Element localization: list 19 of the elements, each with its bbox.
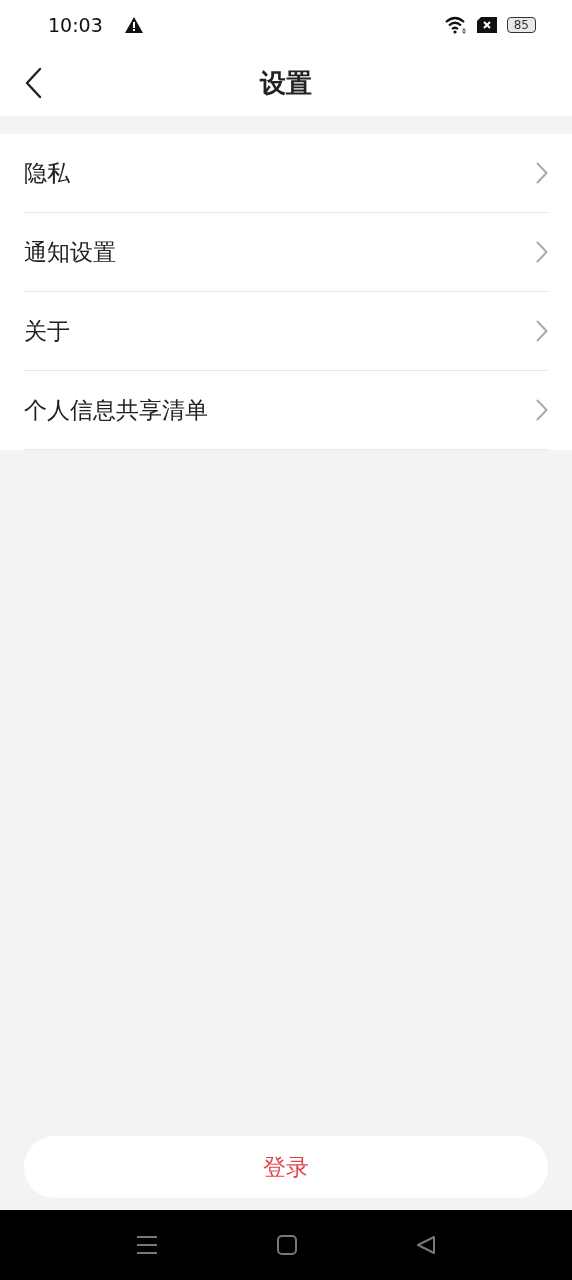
menu-item[interactable]: 个人信息共享清单 [24,371,548,450]
sim-error-icon [476,17,497,33]
clock-time: 10:03 [48,14,103,36]
wifi-icon [444,16,467,34]
chevron-right-icon [536,241,548,263]
home-icon[interactable] [277,1235,297,1255]
chevron-right-icon [536,399,548,421]
warning-icon [124,17,143,33]
menu-item[interactable]: 关于 [24,292,548,371]
menu-icon[interactable] [136,1235,158,1255]
chevron-right-icon [536,162,548,184]
back-icon[interactable] [24,67,42,99]
page-title: 设置 [260,66,312,100]
login-button[interactable]: 登录 [24,1136,548,1198]
chevron-right-icon [536,320,548,342]
back-triangle-icon[interactable] [416,1235,436,1255]
battery-indicator: 85 [506,17,536,33]
menu-item[interactable]: 隐私 [24,134,548,213]
menu-item[interactable]: 通知设置 [24,213,548,292]
